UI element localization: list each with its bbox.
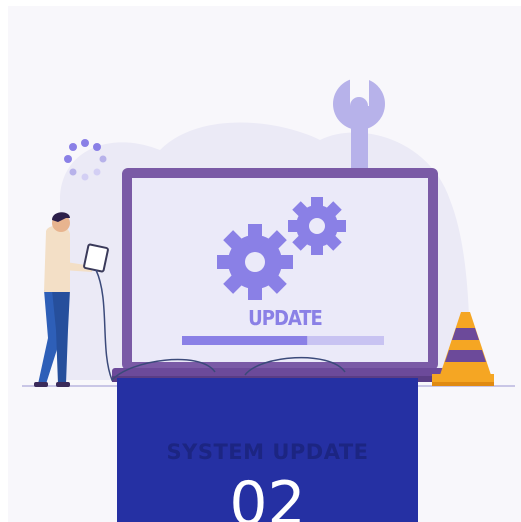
step-number: 02 [229, 469, 306, 522]
progress-fill [182, 336, 308, 345]
gear-small-icon [288, 197, 346, 255]
laptop [112, 168, 448, 382]
page: UPDATE SYSTEM UPDATE 02 [0, 0, 521, 522]
panel-title: SYSTEM UPDATE [166, 440, 369, 464]
system-update-panel: SYSTEM UPDATE 02 [117, 378, 418, 522]
screen-update-label: UPDATE [248, 306, 322, 330]
gear-large-icon [217, 224, 293, 300]
